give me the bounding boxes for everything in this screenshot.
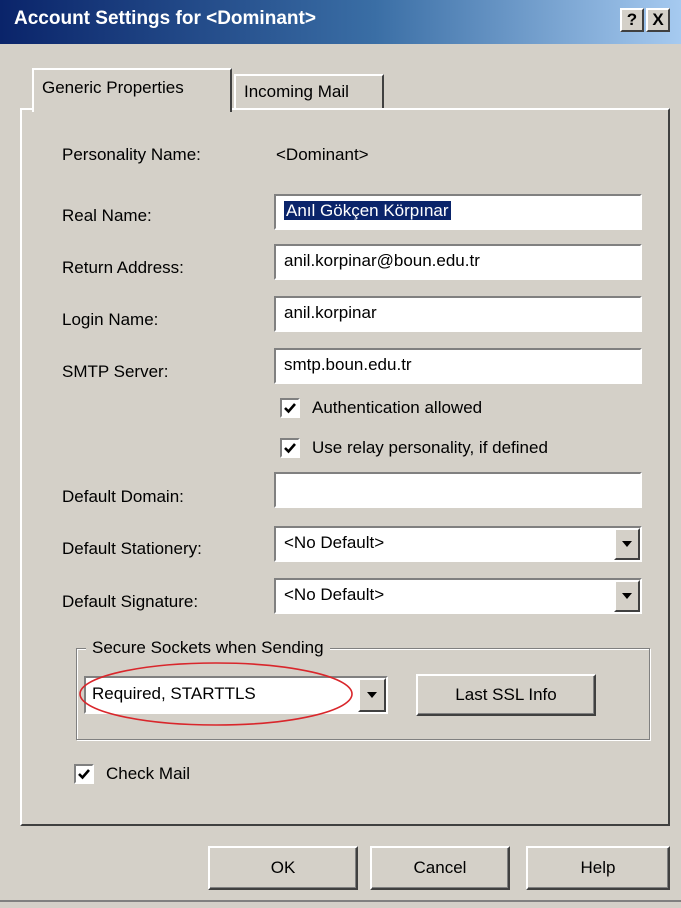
last-ssl-info-button[interactable]: Last SSL Info bbox=[416, 674, 596, 716]
cancel-button[interactable]: Cancel bbox=[370, 846, 510, 890]
login-name-field[interactable]: anil.korpinar bbox=[274, 296, 642, 332]
check-mail-checkbox[interactable] bbox=[74, 764, 94, 784]
default-domain-field[interactable] bbox=[274, 472, 642, 508]
default-signature-label: Default Signature: bbox=[62, 592, 199, 611]
default-domain-label: Default Domain: bbox=[62, 487, 184, 506]
tab-incoming-mail[interactable]: Incoming Mail bbox=[234, 74, 384, 110]
default-stationery-label: Default Stationery: bbox=[62, 539, 202, 558]
return-address-field[interactable]: anil.korpinar@boun.edu.tr bbox=[274, 244, 642, 280]
smtp-server-label: SMTP Server: bbox=[62, 362, 169, 381]
checkmark-icon bbox=[284, 403, 296, 414]
secure-sockets-legend: Secure Sockets when Sending bbox=[86, 638, 330, 658]
default-signature-value: <No Default> bbox=[284, 585, 385, 604]
smtp-server-field[interactable]: smtp.boun.edu.tr bbox=[274, 348, 642, 384]
real-name-value: Anıl Gökçen Körpınar bbox=[284, 201, 451, 220]
relay-personality-label: Use relay personality, if defined bbox=[312, 438, 548, 457]
real-name-label: Real Name: bbox=[62, 206, 152, 225]
default-signature-select[interactable]: <No Default> bbox=[274, 578, 642, 614]
close-title-button[interactable]: X bbox=[646, 8, 670, 32]
check-mail-label: Check Mail bbox=[106, 764, 191, 783]
checkmark-icon bbox=[284, 443, 296, 454]
return-address-label: Return Address: bbox=[62, 258, 184, 277]
title-bar[interactable]: Account Settings for <Dominant> ? X bbox=[0, 0, 681, 44]
tab-generic-properties[interactable]: Generic Properties bbox=[32, 68, 232, 112]
help-button[interactable]: Help bbox=[526, 846, 670, 890]
authentication-label: Authentication allowed bbox=[312, 398, 483, 417]
login-name-label: Login Name: bbox=[62, 310, 159, 329]
secure-sockets-select[interactable]: Required, STARTTLS bbox=[84, 676, 388, 714]
default-stationery-select[interactable]: <No Default> bbox=[274, 526, 642, 562]
secure-sockets-dropdown-button[interactable] bbox=[358, 678, 386, 712]
personality-name-value: <Dominant> bbox=[276, 145, 369, 164]
secure-sockets-value: Required, STARTTLS bbox=[92, 684, 256, 703]
ok-button[interactable]: OK bbox=[208, 846, 358, 890]
chevron-down-icon bbox=[367, 692, 377, 698]
chevron-down-icon bbox=[622, 593, 632, 599]
window-title: Account Settings for <Dominant> bbox=[14, 8, 316, 29]
real-name-field[interactable]: Anıl Gökçen Körpınar bbox=[274, 194, 642, 230]
stationery-dropdown-button[interactable] bbox=[614, 528, 640, 560]
default-stationery-value: <No Default> bbox=[284, 533, 385, 552]
relay-personality-checkbox[interactable] bbox=[280, 438, 300, 458]
chevron-down-icon bbox=[622, 541, 632, 547]
signature-dropdown-button[interactable] bbox=[614, 580, 640, 612]
personality-name-label: Personality Name: bbox=[62, 145, 201, 164]
authentication-checkbox[interactable] bbox=[280, 398, 300, 418]
help-title-button[interactable]: ? bbox=[620, 8, 644, 32]
checkmark-icon bbox=[78, 769, 90, 780]
window-bottom-edge bbox=[0, 900, 681, 902]
